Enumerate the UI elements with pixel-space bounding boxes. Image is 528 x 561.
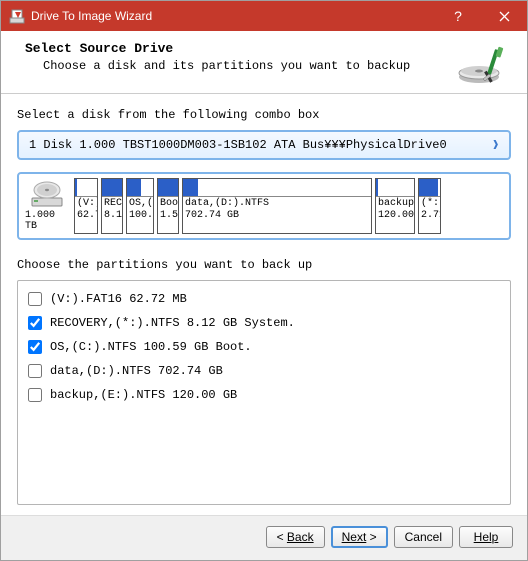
back-button[interactable]: < Back	[266, 526, 325, 548]
partition-label: (*:).	[419, 197, 440, 210]
partition-row: backup,(E:).NTFS 120.00 GB	[22, 383, 506, 407]
partition-row-label: (V:).FAT16 62.72 MB	[50, 292, 187, 306]
partition-block[interactable]: OS,(C100.5	[126, 178, 154, 234]
partition-block[interactable]: backup120.00	[375, 178, 415, 234]
partition-size: 702.74 GB	[183, 210, 371, 222]
partition-row-label: data,(D:).NTFS 702.74 GB	[50, 364, 223, 378]
partition-label: backup	[376, 197, 414, 210]
partition-usage-bar	[376, 179, 414, 197]
partition-usage-bar	[183, 179, 371, 197]
header-disk-icon	[457, 41, 511, 85]
partition-usage-bar	[158, 179, 178, 197]
partition-row-label: OS,(C:).NTFS 100.59 GB Boot.	[50, 340, 252, 354]
partition-checkbox[interactable]	[28, 388, 42, 402]
partition-row: data,(D:).NTFS 702.74 GB	[22, 359, 506, 383]
wizard-footer: < Back Next > Cancel Help	[1, 515, 527, 560]
partition-label: data,(D:).NTFS	[183, 197, 371, 210]
partition-size: 62.7	[75, 210, 97, 222]
partition-size: 8.12	[102, 210, 122, 222]
partition-row: RECOVERY,(*:).NTFS 8.12 GB System.	[22, 311, 506, 335]
disk-total-size: 1.000 TB	[25, 210, 69, 232]
next-button[interactable]: Next >	[331, 526, 388, 548]
partition-row: OS,(C:).NTFS 100.59 GB Boot.	[22, 335, 506, 359]
wizard-window: Drive To Image Wizard ? Select Source Dr…	[0, 0, 528, 561]
partition-list: (V:).FAT16 62.72 MB RECOVERY,(*:).NTFS 8.…	[17, 280, 511, 505]
partition-label: Boo	[158, 197, 178, 210]
combo-selected-text: 1 Disk 1.000 TBST1000DM003-1SB102 ATA Bu…	[29, 138, 492, 152]
partition-size: 2.71	[419, 210, 440, 222]
partition-row: (V:).FAT16 62.72 MB	[22, 287, 506, 311]
cancel-button[interactable]: Cancel	[394, 526, 453, 548]
partition-block[interactable]: data,(D:).NTFS702.74 GB	[182, 178, 372, 234]
combo-label: Select a disk from the following combo b…	[17, 108, 511, 122]
partition-usage-bar	[75, 179, 97, 197]
disk-icon: 1.000 TB	[23, 178, 71, 234]
partition-row-label: RECOVERY,(*:).NTFS 8.12 GB System.	[50, 316, 295, 330]
partition-list-label: Choose the partitions you want to back u…	[17, 258, 511, 272]
partition-block[interactable]: REC8.12	[101, 178, 123, 234]
app-icon	[9, 8, 25, 24]
wizard-header: Select Source Drive Choose a disk and it…	[1, 31, 527, 94]
partition-usage-bar	[102, 179, 122, 197]
disk-layout-bar: 1.000 TB (V:).62.7REC8.12OS,(C100.5Boo1.…	[17, 172, 511, 240]
partition-usage-bar	[127, 179, 153, 197]
disk-combo[interactable]: 1 Disk 1.000 TBST1000DM003-1SB102 ATA Bu…	[17, 130, 511, 160]
partition-size: 120.00	[376, 210, 414, 222]
titlebar-close-button[interactable]	[481, 1, 527, 31]
partition-size: 100.5	[127, 210, 153, 222]
window-title: Drive To Image Wizard	[31, 9, 435, 23]
partition-block[interactable]: Boo1.53	[157, 178, 179, 234]
partition-block[interactable]: (V:).62.7	[74, 178, 98, 234]
partition-usage-bar	[419, 179, 440, 197]
partition-block[interactable]: (*:).2.71	[418, 178, 441, 234]
partition-label: REC	[102, 197, 122, 210]
partition-checkbox[interactable]	[28, 316, 42, 330]
partition-label: (V:).	[75, 197, 97, 210]
partition-checkbox[interactable]	[28, 292, 42, 306]
chevron-down-icon: ❱	[492, 138, 499, 152]
partition-size: 1.53	[158, 210, 178, 222]
header-text: Select Source Drive Choose a disk and it…	[25, 41, 457, 73]
help-button[interactable]: Help	[459, 526, 513, 548]
header-title: Select Source Drive	[25, 41, 457, 56]
titlebar: Drive To Image Wizard ?	[1, 1, 527, 31]
header-subtitle: Choose a disk and its partitions you wan…	[25, 59, 457, 73]
partition-checkbox[interactable]	[28, 364, 42, 378]
wizard-content: Select a disk from the following combo b…	[1, 94, 527, 515]
partition-row-label: backup,(E:).NTFS 120.00 GB	[50, 388, 237, 402]
titlebar-help-button[interactable]: ?	[435, 1, 481, 31]
partition-checkbox[interactable]	[28, 340, 42, 354]
partition-label: OS,(C	[127, 197, 153, 210]
